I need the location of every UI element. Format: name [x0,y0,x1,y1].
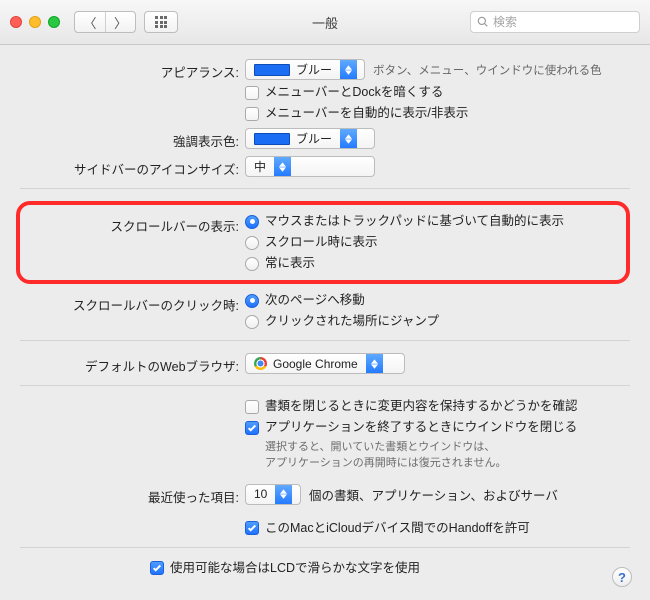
checkbox-icon [245,421,259,435]
checkbox-icon [150,561,164,575]
menubar-autohide-checkbox[interactable]: メニューバーを自動的に表示/非表示 [245,105,630,122]
chrome-icon [254,357,267,370]
scrollbar-show-scrolling-radio[interactable]: スクロール時に表示 [245,234,618,251]
scrollbar-click-opt0: 次のページへ移動 [265,292,365,309]
menubar-autohide-label: メニューバーを自動的に表示/非表示 [265,105,468,122]
highlight-value: ブルー [296,130,332,147]
scrollbar-show-label: スクロールバーの表示: [20,213,245,235]
radio-icon [245,236,259,250]
blue-swatch-icon [254,64,290,76]
radio-icon [245,294,259,308]
checkbox-icon [245,521,259,535]
content: アピアランス: ブルー ボタン、メニュー、ウインドウに使われる色 メニューバーと… [0,45,650,600]
stepper-icon [275,485,292,504]
sidebar-icon-select[interactable]: 中 [245,156,375,177]
handoff-checkbox[interactable]: このMacとiCloudデバイス間でのHandoffを許可 [245,520,630,537]
scrollbar-click-opt1: クリックされた場所にジャンプ [265,313,439,330]
default-browser-select[interactable]: Google Chrome [245,353,405,374]
appearance-value: ブルー [296,61,332,78]
search-field-wrap[interactable] [470,11,640,33]
default-browser-value: Google Chrome [273,357,358,371]
close-window-button[interactable] [10,16,22,28]
separator [20,188,630,189]
titlebar: 〈 〉 一般 [0,0,650,45]
show-all-prefs-button[interactable] [144,11,178,33]
search-input[interactable] [493,15,648,29]
stepper-icon [274,157,291,176]
checkbox-icon [245,86,259,100]
recent-items-select[interactable]: 10 [245,484,301,505]
close-windows-note: 選択すると、開いていた書類とウインドウは、 アプリケーションの再開時には復元され… [265,440,630,472]
scrollbar-show-auto-radio[interactable]: マウスまたはトラックパッドに基づいて自動的に表示 [245,213,618,230]
appearance-label: アピアランス: [20,59,245,81]
grid-icon [155,16,167,28]
scrollbar-show-opt2: 常に表示 [265,255,315,272]
sidebar-icon-label: サイドバーのアイコンサイズ: [20,156,245,178]
stepper-icon [366,354,383,373]
scrollbar-click-label: スクロールバーのクリック時: [20,292,245,314]
radio-icon [245,257,259,271]
recent-items-label: 最近使った項目: [20,484,245,506]
forward-button[interactable]: 〉 [105,12,135,32]
scrollbar-click-jump-radio[interactable]: クリックされた場所にジャンプ [245,313,630,330]
search-icon [477,16,489,28]
back-button[interactable]: 〈 [75,12,105,32]
checkbox-icon [245,400,259,414]
recent-items-suffix: 個の書類、アプリケーション、およびサーバ [309,485,558,504]
menubar-dark-label: メニューバーとDockを暗くする [265,84,443,101]
close-windows-checkbox[interactable]: アプリケーションを終了するときにウインドウを閉じる [245,419,630,436]
default-browser-label: デフォルトのWebブラウザ: [20,353,245,375]
separator [20,340,630,341]
scrollbar-click-page-radio[interactable]: 次のページへ移動 [245,292,630,309]
stepper-icon [340,129,357,148]
window-controls [10,16,60,28]
radio-icon [245,215,259,229]
nav-segmented: 〈 〉 [74,11,136,33]
appearance-select[interactable]: ブルー [245,59,365,80]
annotation-highlight: スクロールバーの表示: マウスまたはトラックパッドに基づいて自動的に表示 スクロ… [16,201,630,284]
lcd-smoothing-checkbox[interactable]: 使用可能な場合はLCDで滑らかな文字を使用 [150,560,630,577]
scrollbar-show-opt1: スクロール時に表示 [265,234,378,251]
handoff-label: このMacとiCloudデバイス間でのHandoffを許可 [265,520,530,537]
sidebar-icon-value: 中 [254,158,266,175]
separator [20,547,630,548]
highlight-select[interactable]: ブルー [245,128,375,149]
appearance-hint: ボタン、メニュー、ウインドウに使われる色 [373,62,602,78]
stepper-icon [340,60,357,79]
menubar-dark-checkbox[interactable]: メニューバーとDockを暗くする [245,84,630,101]
ask-save-checkbox[interactable]: 書類を閉じるときに変更内容を保持するかどうかを確認 [245,398,630,415]
lcd-smoothing-label: 使用可能な場合はLCDで滑らかな文字を使用 [170,560,420,577]
help-button[interactable]: ? [612,567,632,587]
highlight-label: 強調表示色: [20,128,245,150]
separator [20,385,630,386]
close-windows-label: アプリケーションを終了するときにウインドウを閉じる [265,419,577,436]
checkbox-icon [245,107,259,121]
ask-save-label: 書類を閉じるときに変更内容を保持するかどうかを確認 [265,398,578,415]
recent-items-value: 10 [254,487,267,501]
zoom-window-button[interactable] [48,16,60,28]
scrollbar-show-opt0: マウスまたはトラックパッドに基づいて自動的に表示 [265,213,564,230]
minimize-window-button[interactable] [29,16,41,28]
scrollbar-show-always-radio[interactable]: 常に表示 [245,255,618,272]
blue-swatch-icon [254,133,290,145]
radio-icon [245,315,259,329]
